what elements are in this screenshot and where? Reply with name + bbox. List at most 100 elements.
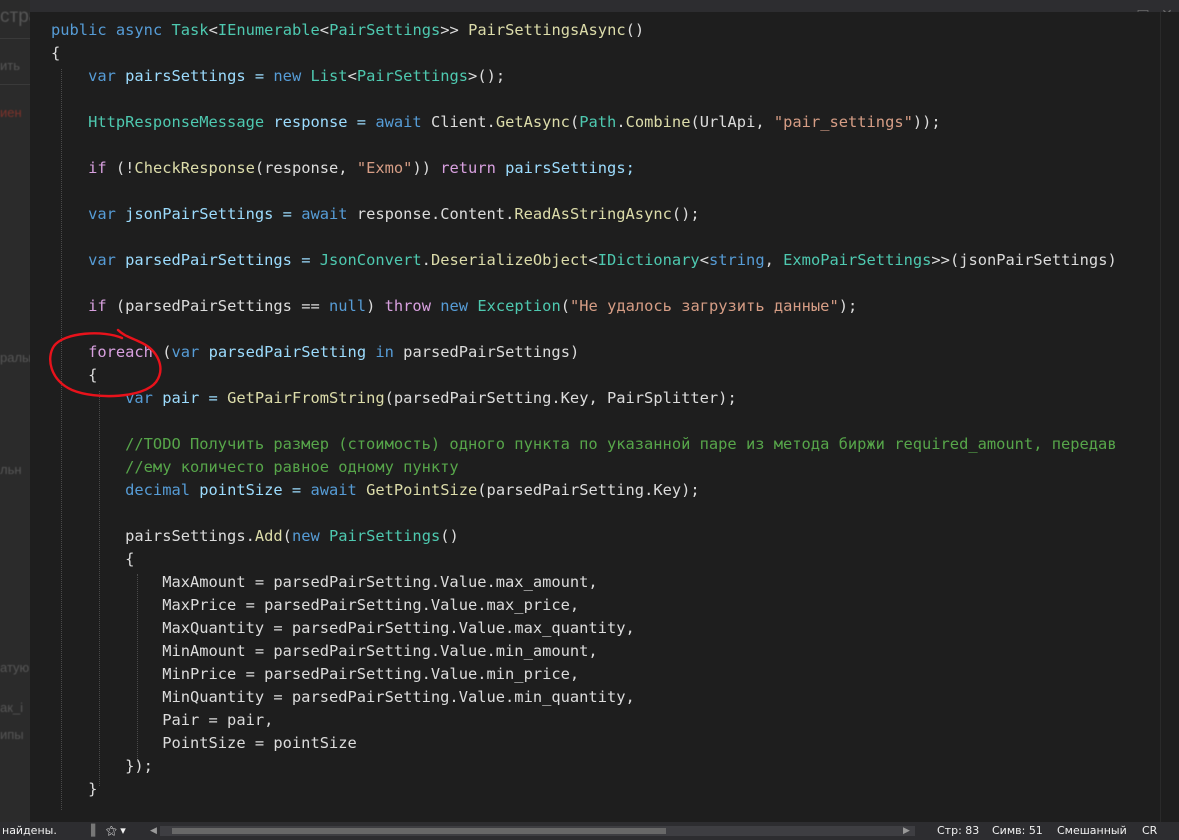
scroll-right-icon[interactable]: ▶: [903, 822, 910, 840]
code-line[interactable]: [51, 410, 1117, 433]
code-line[interactable]: var pairsSettings = new List<PairSetting…: [51, 65, 1117, 88]
code-token: await: [375, 113, 431, 131]
vertical-scrollbar[interactable]: [1160, 12, 1179, 822]
background-title: стра гео: [0, 6, 30, 27]
code-line[interactable]: MaxQuantity = parsedPairSetting.Value.ma…: [51, 617, 1117, 640]
code-line[interactable]: [51, 88, 1117, 111]
code-line[interactable]: [51, 226, 1117, 249]
code-line[interactable]: Pair = pair,: [51, 709, 1117, 732]
code-token: await: [301, 205, 357, 223]
code-token: Path: [579, 113, 617, 131]
code-token: JsonConvert: [319, 251, 422, 269]
code-token: pairsSettings.: [51, 527, 255, 545]
code-token: parsedPairSettings): [403, 343, 580, 361]
code-line[interactable]: [51, 318, 1117, 341]
code-line[interactable]: {: [51, 548, 1117, 571]
code-token: ): [366, 297, 385, 315]
scroll-left-icon[interactable]: ◀: [150, 822, 157, 840]
code-line[interactable]: {: [51, 42, 1117, 65]
code-token: <: [208, 21, 218, 39]
code-token: decimal: [51, 481, 200, 499]
code-token: List: [310, 67, 348, 85]
code-line[interactable]: HttpResponseMessage response = await Cli…: [51, 111, 1117, 134]
code-token: response.Content.: [356, 205, 515, 223]
code-line[interactable]: pairsSettings.Add(new PairSettings(): [51, 525, 1117, 548]
code-token: var: [51, 251, 126, 269]
code-token: <: [319, 21, 330, 39]
code-token: PairSettingsAsync: [468, 21, 626, 39]
code-token: >>: [440, 21, 469, 39]
background-text: иен: [0, 105, 22, 120]
code-line[interactable]: //ему количесто равное одному пункту: [51, 456, 1117, 479]
code-token: Client.: [430, 113, 496, 131]
code-token: MaxPrice = parsedPairSetting.Value.max_p…: [51, 596, 580, 614]
code-token: parsedPairSettings =: [125, 251, 320, 269]
code-token: public: [51, 21, 116, 39]
code-line[interactable]: MaxAmount = parsedPairSetting.Value.max_…: [51, 571, 1117, 594]
code-token: }: [51, 780, 98, 798]
code-token: pointSize =: [199, 481, 311, 499]
code-token: async: [115, 21, 172, 39]
code-line[interactable]: var jsonPairSettings = await response.Co…: [51, 203, 1117, 226]
code-line[interactable]: MinPrice = parsedPairSetting.Value.min_p…: [51, 663, 1117, 686]
code-token: pairsSettings =: [125, 67, 274, 85]
code-line[interactable]: [51, 180, 1117, 203]
code-token: (response,: [254, 159, 357, 177]
code-line[interactable]: if (parsedPairSettings == null) throw ne…: [51, 295, 1117, 318]
background-text: ралы: [0, 350, 30, 365]
code-line[interactable]: decimal pointSize = await GetPointSize(p…: [51, 479, 1117, 502]
wand-icon[interactable]: ⚝ ▾: [106, 822, 126, 840]
code-line[interactable]: //TODO Получить размер (стоимость) одног…: [51, 433, 1117, 456]
scrollbar-thumb[interactable]: [172, 828, 666, 834]
code-token: PairSettings: [356, 67, 469, 85]
code-token: ,: [764, 251, 784, 269]
code-token: GetPointSize: [366, 481, 478, 499]
code-line[interactable]: MinAmount = parsedPairSetting.Value.min_…: [51, 640, 1117, 663]
code-token: <: [699, 251, 709, 269]
code-editor[interactable]: public async Task<IEnumerable<PairSettin…: [30, 12, 1161, 822]
background-app: стра гео ить иен ралы льн атую ак_i ипы: [0, 0, 30, 822]
code-line[interactable]: public async Task<IEnumerable<PairSettin…: [51, 19, 1117, 42]
separator: ▌: [91, 824, 100, 837]
code-token: (): [625, 21, 645, 39]
code-token: );: [838, 297, 858, 315]
background-text: ить: [0, 58, 20, 73]
code-token: Add: [254, 527, 283, 545]
code-token: if: [51, 297, 116, 315]
code-line[interactable]: var pair = GetPairFromString(parsedPairS…: [51, 387, 1117, 410]
code-token: .: [421, 251, 431, 269]
code-token: (parsedPairSettings ==: [115, 297, 329, 315]
code-token: (: [560, 297, 570, 315]
code-token: {: [51, 366, 98, 384]
code-line[interactable]: var parsedPairSettings = JsonConvert.Des…: [51, 249, 1117, 272]
code-line[interactable]: {: [51, 364, 1117, 387]
code-token: ));: [912, 113, 941, 131]
code-token: GetPairFromString: [227, 389, 385, 407]
code-line[interactable]: MaxPrice = parsedPairSetting.Value.max_p…: [51, 594, 1117, 617]
code-token: MinAmount = parsedPairSetting.Value.min_…: [51, 642, 598, 660]
code-line[interactable]: foreach (var parsedPairSetting in parsed…: [51, 341, 1117, 364]
code-line[interactable]: [51, 134, 1117, 157]
code-line[interactable]: MinQuantity = parsedPairSetting.Value.mi…: [51, 686, 1117, 709]
background-text: льн: [0, 462, 22, 477]
eol-indicator[interactable]: CR: [1142, 822, 1157, 840]
code-token: CheckResponse: [134, 159, 255, 177]
tab-mode-indicator[interactable]: Смешанный: [1057, 822, 1127, 840]
code-token: PointSize = pointSize: [51, 734, 357, 752]
code-line[interactable]: if (!CheckResponse(response, "Exmo")) re…: [51, 157, 1117, 180]
code-line[interactable]: [51, 502, 1117, 525]
code-line[interactable]: });: [51, 755, 1117, 778]
code-token: ();: [671, 205, 700, 223]
code-token: MaxAmount = parsedPairSetting.Value.max_…: [51, 573, 598, 591]
code-token: var: [51, 205, 126, 223]
code-line[interactable]: PointSize = pointSize: [51, 732, 1117, 755]
code-token: "Exmo": [356, 159, 413, 177]
code-token: <: [347, 67, 357, 85]
code-token: {: [51, 44, 61, 62]
code-text[interactable]: public async Task<IEnumerable<PairSettin…: [51, 19, 1117, 801]
code-token: Combine: [625, 113, 691, 131]
horizontal-scrollbar[interactable]: [160, 826, 915, 836]
code-line[interactable]: }: [51, 778, 1117, 801]
code-token: new: [440, 297, 478, 315]
code-line[interactable]: [51, 272, 1117, 295]
